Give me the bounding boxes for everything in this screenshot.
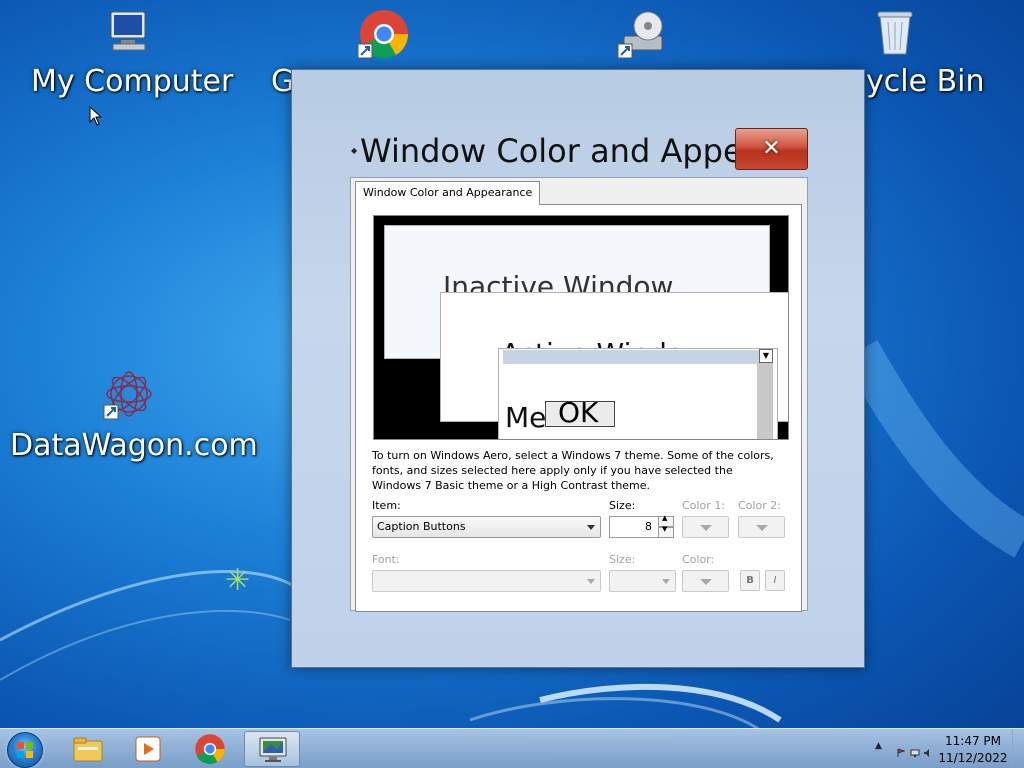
dialog-client-area: Window Color and Appearance Inactive Win…	[350, 177, 808, 612]
font-color-label: Color:	[682, 553, 715, 566]
desktop-icon-my-computer[interactable]: My Computer	[20, 8, 240, 103]
desktop-icon-label: ycle Bin	[866, 64, 985, 99]
dialog-title: Window Color and Appe...	[360, 132, 774, 170]
size-label: Size:	[609, 499, 636, 512]
item-label: Item:	[372, 499, 401, 512]
chrome-icon	[195, 734, 225, 765]
start-button[interactable]	[7, 732, 43, 768]
clock-date: 11/12/2022	[938, 751, 1008, 765]
taskbar: ▲ 11:47 PM 11/12/2022	[0, 728, 1024, 768]
preview-message-box: ▼ Me OK	[498, 348, 778, 439]
font-color-button[interactable]	[682, 570, 729, 592]
preview-scroll-arrow-icon: ▼	[759, 349, 773, 363]
media-player-icon	[135, 736, 161, 762]
chevron-down-icon	[699, 579, 712, 585]
tab-panel: Inactive Window Active Window ▼ Me OK To…	[355, 204, 802, 612]
spin-down-icon: ▼	[662, 525, 668, 533]
display-settings-icon	[259, 737, 287, 762]
clock-time: 11:47 PM	[945, 734, 1001, 748]
color1-button[interactable]	[682, 516, 729, 538]
show-hidden-icons-button[interactable]: ▲	[875, 741, 882, 751]
svg-text:✳: ✳	[225, 563, 250, 598]
chevron-down-icon	[587, 525, 595, 530]
font-dropdown[interactable]	[372, 570, 601, 592]
chevron-down-icon	[699, 525, 712, 531]
tray-flag-icon[interactable]	[896, 743, 906, 757]
preview-message-titlebar	[503, 350, 771, 364]
color2-button[interactable]	[738, 516, 785, 538]
desktop-icon-recycle-bin[interactable]: ycle Bin	[850, 8, 1024, 103]
size-spin-down-button[interactable]: ▼	[658, 525, 674, 538]
system-menu-icon[interactable]: ◆	[351, 146, 357, 155]
computer-icon	[110, 11, 146, 51]
chevron-down-icon	[587, 579, 595, 584]
show-desktop-button[interactable]	[1012, 729, 1024, 768]
color2-label: Color 2:	[738, 499, 781, 512]
item-dropdown-value: Caption Buttons	[377, 520, 466, 533]
chevron-down-icon	[662, 579, 670, 584]
italic-button[interactable]: I	[765, 570, 785, 591]
appearance-preview[interactable]: Inactive Window Active Window ▼ Me OK	[373, 215, 789, 440]
close-button[interactable]: ✕	[735, 128, 808, 170]
desktop-icon-disc-drive[interactable]	[600, 8, 680, 68]
bold-button[interactable]: B	[740, 570, 760, 591]
preview-ok-button: OK	[545, 396, 615, 429]
taskbar-media-player-button[interactable]	[120, 731, 176, 767]
desktop-icon-datawagon[interactable]: DataWagon.com	[0, 370, 258, 470]
chevron-down-icon	[755, 525, 768, 531]
tray-volume-icon[interactable]	[923, 743, 933, 757]
explorer-icon	[73, 737, 103, 762]
size-field[interactable]: 8	[609, 516, 659, 538]
preview-scrollbar	[757, 363, 773, 439]
window-color-appearance-dialog: ◆ Window Color and Appe... ✕ Window Colo…	[291, 69, 865, 668]
desktop-icon-label: DataWagon.com	[10, 428, 258, 463]
taskbar-chrome-button[interactable]	[182, 731, 238, 767]
windows-logo-icon	[17, 742, 33, 758]
tab-window-color-appearance[interactable]: Window Color and Appearance	[355, 181, 541, 205]
recycle-bin-icon	[877, 11, 913, 55]
taskbar-explorer-button[interactable]	[60, 731, 116, 767]
font-size-label: Size:	[609, 553, 636, 566]
font-size-dropdown[interactable]	[609, 570, 676, 592]
taskbar-display-settings-button[interactable]	[244, 731, 300, 767]
preview-message-title: Me	[505, 401, 547, 434]
desktop-icon-label: My Computer	[31, 64, 234, 99]
disc-drive-shortcut-icon	[617, 11, 663, 58]
item-dropdown[interactable]: Caption Buttons	[372, 516, 601, 538]
mouse-cursor-icon	[89, 106, 103, 126]
font-label: Font:	[372, 553, 400, 566]
preview-ok-label: OK	[558, 396, 599, 429]
chrome-icon	[358, 10, 409, 59]
aero-info-text: To turn on Windows Aero, select a Window…	[372, 449, 774, 492]
datawagon-shortcut-icon	[103, 371, 152, 420]
spin-up-icon: ▲	[662, 514, 668, 522]
color1-label: Color 1:	[682, 499, 725, 512]
tray-network-icon[interactable]	[910, 743, 920, 757]
